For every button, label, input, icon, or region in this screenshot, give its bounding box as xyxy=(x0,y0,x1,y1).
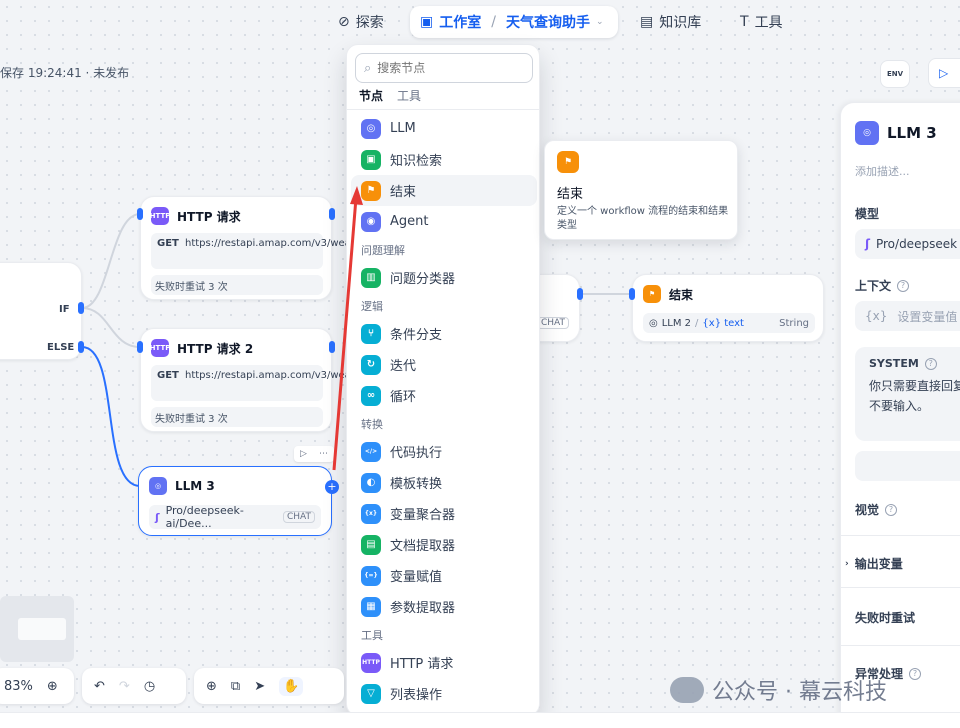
redo-icon[interactable]: ↷ xyxy=(119,679,130,694)
deepseek-icon: ʃ xyxy=(865,237,870,251)
zoom-in-icon[interactable]: ⊕ xyxy=(47,679,58,694)
vision-label-text: 视觉 xyxy=(855,503,880,517)
system-prompt-text[interactable]: 你只需要直接回复，不要输入。 xyxy=(869,376,960,416)
context-label-text: 上下文 xyxy=(855,279,892,293)
model-label-text: 模型 xyxy=(855,207,880,221)
output-vars-toggle[interactable]: › 输出变量 xyxy=(845,555,903,572)
panel-title[interactable]: LLM 3 xyxy=(887,124,937,142)
llm-icon: ◎ xyxy=(855,121,879,145)
help-icon[interactable]: ? xyxy=(909,667,922,680)
help-icon[interactable]: ? xyxy=(924,357,937,370)
vision-label: 视觉 ? xyxy=(855,501,898,518)
variable-icon: {x} xyxy=(865,309,888,323)
annotation-arrow xyxy=(332,186,363,471)
retry-label-text: 失败时重试 xyxy=(855,611,916,625)
status-strip xyxy=(0,712,960,728)
retry-label: 失败时重试 xyxy=(855,609,915,626)
description-input[interactable]: 添加描述... xyxy=(855,163,910,179)
history-icon[interactable]: ◷ xyxy=(144,679,155,694)
system-prompt-box[interactable]: SYSTEM ? 你只需要直接回复，不要输入。 xyxy=(855,347,960,441)
divider xyxy=(841,645,960,646)
divider xyxy=(841,535,960,536)
hand-icon[interactable]: ✋ xyxy=(279,676,304,696)
divider xyxy=(841,587,960,588)
add-node-icon[interactable]: ⊕ xyxy=(206,679,217,694)
watermark-text: 公众号 · 幕云科技 xyxy=(712,680,887,705)
watermark: 公众号 · 幕云科技 xyxy=(670,674,887,706)
pointer-icon[interactable]: ➤ xyxy=(254,679,265,694)
model-selector[interactable]: ʃ Pro/deepseek xyxy=(855,229,960,259)
context-label: 上下文 ? xyxy=(855,277,910,294)
context-placeholder: 设置变量值 xyxy=(897,309,958,324)
node-config-panel: ◎ LLM 3 添加描述... 模型 ʃ Pro/deepseek 上下文 ? … xyxy=(840,102,960,728)
add-message-button[interactable] xyxy=(855,451,960,481)
context-variable-field[interactable]: {x} 设置变量值 xyxy=(855,301,960,331)
help-icon[interactable]: ? xyxy=(885,503,898,516)
system-label: SYSTEM xyxy=(869,357,919,370)
model-label: 模型 xyxy=(855,205,879,222)
wechat-logo-icon xyxy=(670,677,704,703)
minimap-viewport xyxy=(18,618,66,640)
history-toolbar: ↶ ↷ ◷ xyxy=(82,668,186,704)
help-icon[interactable]: ? xyxy=(897,279,910,292)
minimap[interactable] xyxy=(0,596,74,662)
output-label-text: 输出变量 xyxy=(854,557,903,571)
zoom-level[interactable]: 83% xyxy=(4,679,33,694)
zoom-toolbar: 83% ⊕ xyxy=(0,668,74,704)
model-value: Pro/deepseek xyxy=(875,237,958,251)
chevron-right-icon: › xyxy=(845,558,849,569)
tools-toolbar: ⊕ ⧉ ➤ ✋ xyxy=(194,668,344,704)
add-note-icon[interactable]: ⧉ xyxy=(231,679,240,694)
undo-icon[interactable]: ↶ xyxy=(94,679,105,694)
